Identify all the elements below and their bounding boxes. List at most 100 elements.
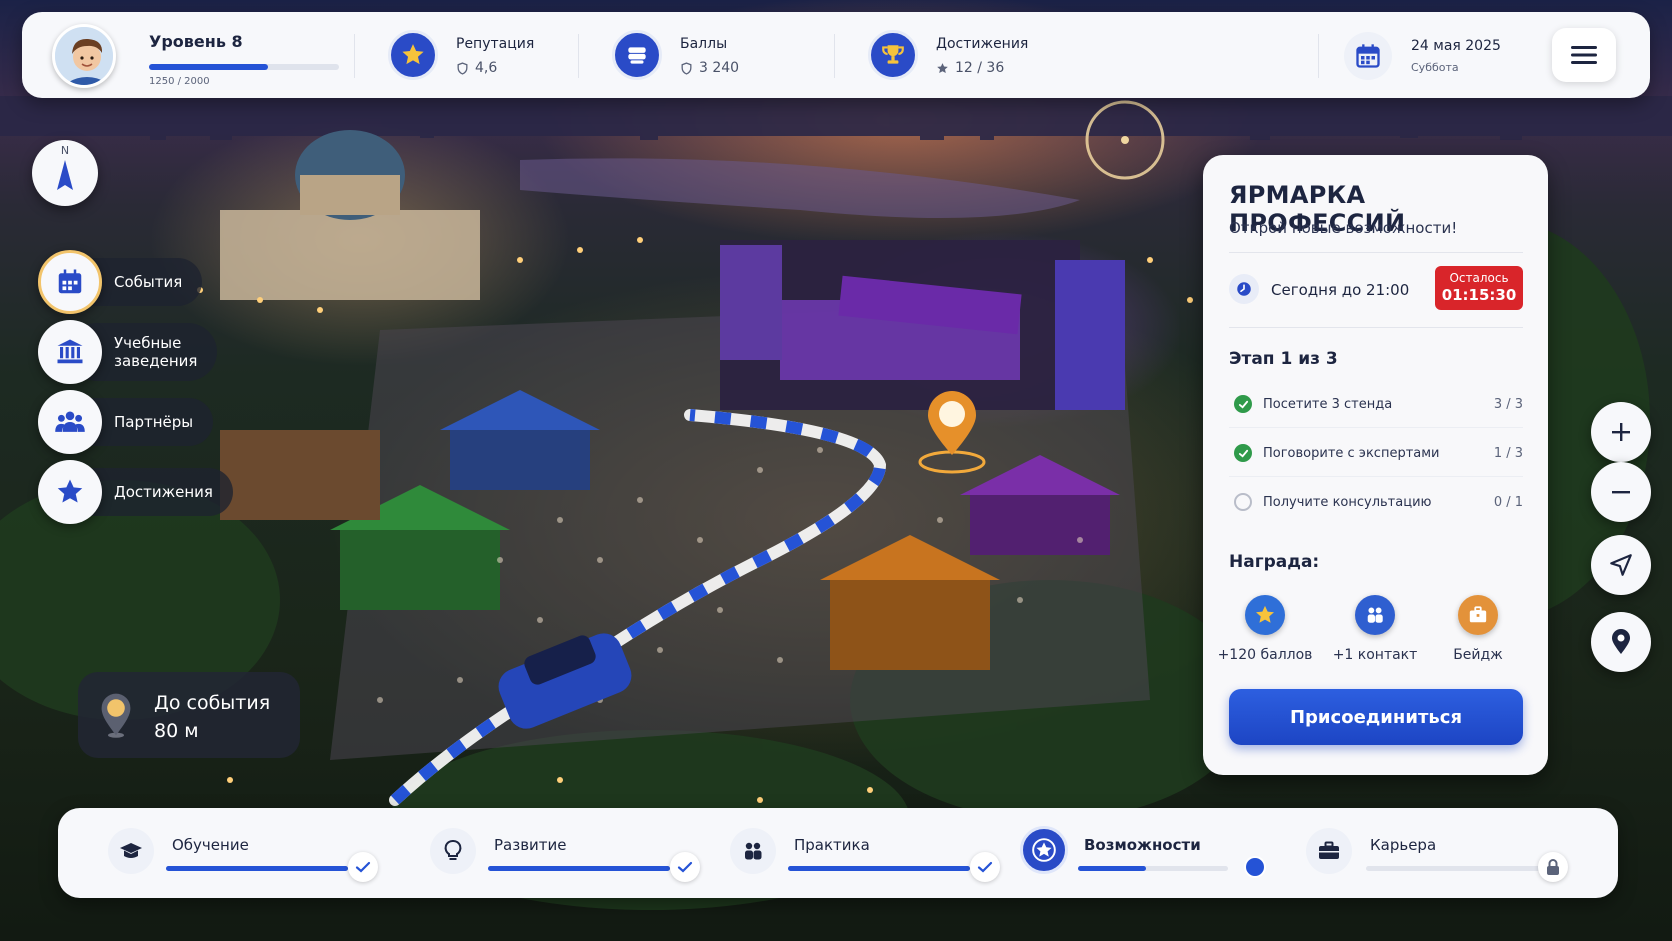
divider bbox=[1229, 252, 1523, 253]
people-icon bbox=[730, 828, 776, 874]
step-progress-fill bbox=[166, 866, 348, 871]
coins-icon bbox=[612, 30, 662, 80]
shield-small-icon bbox=[681, 61, 692, 75]
timer-value: 01:15:30 bbox=[1441, 286, 1517, 304]
zoom-in-button[interactable] bbox=[1591, 402, 1651, 462]
divider bbox=[1229, 427, 1523, 428]
people-icon bbox=[1355, 595, 1395, 635]
task-count: 1 / 3 bbox=[1493, 446, 1523, 461]
step-progress-bar bbox=[788, 866, 970, 871]
reward-title: Награда: bbox=[1229, 552, 1320, 572]
location-pin-icon bbox=[101, 693, 131, 738]
location-pin-icon bbox=[1612, 628, 1630, 654]
check-icon bbox=[348, 852, 378, 882]
stage-title: Этап 1 из 3 bbox=[1229, 349, 1338, 369]
step-label: Развитие bbox=[494, 836, 567, 854]
timer-label: Осталось bbox=[1449, 271, 1509, 285]
star-icon bbox=[1020, 826, 1068, 874]
calendar-icon bbox=[38, 250, 102, 314]
task-label: Посетите 3 стенда bbox=[1263, 397, 1393, 412]
star-icon bbox=[38, 460, 102, 524]
zoom-out-button[interactable] bbox=[1591, 462, 1651, 522]
step-label: Карьера bbox=[1370, 836, 1437, 854]
step-label: Практика bbox=[794, 836, 870, 854]
task-label: Получите консультацию bbox=[1263, 495, 1432, 510]
countdown-timer: Осталось 01:15:30 bbox=[1435, 266, 1523, 310]
event-time: Сегодня до 21:00 bbox=[1271, 281, 1410, 299]
current-weekday: Суббота bbox=[1411, 61, 1459, 74]
xp-progress-bar bbox=[149, 64, 339, 70]
step-progress-fill bbox=[488, 866, 670, 871]
navigate-button[interactable] bbox=[1591, 535, 1651, 595]
trophy-icon bbox=[868, 30, 918, 80]
step-progress-fill bbox=[788, 866, 970, 871]
check-icon bbox=[970, 852, 1000, 882]
graduation-cap-icon bbox=[108, 828, 154, 874]
compass-needle-icon bbox=[57, 160, 73, 190]
step-label: Обучение bbox=[172, 836, 249, 854]
shield-small-icon bbox=[457, 61, 468, 75]
top-status-bar: Уровень 8 1250 / 2000 Репутация 4,6 Балл… bbox=[22, 12, 1650, 98]
minus-icon bbox=[1612, 491, 1630, 494]
current-step-dot bbox=[1240, 852, 1270, 882]
divider bbox=[1229, 476, 1523, 477]
step-progress-bar bbox=[166, 866, 348, 871]
reward-badge: Бейдж bbox=[1428, 595, 1528, 663]
my-location-button[interactable] bbox=[1591, 612, 1651, 672]
step-label: Возможности bbox=[1084, 836, 1201, 854]
people-icon bbox=[38, 390, 102, 454]
xp-text: 1250 / 2000 bbox=[149, 76, 210, 87]
menu-button[interactable] bbox=[1552, 28, 1616, 82]
clock-icon bbox=[1229, 274, 1259, 304]
plus-icon bbox=[1612, 423, 1630, 441]
current-date: 24 мая 2025 bbox=[1411, 38, 1501, 54]
task-count: 0 / 1 bbox=[1493, 495, 1523, 510]
career-path-progress-bar: Обучение Развитие Практика Возможности К… bbox=[58, 808, 1618, 898]
compass-button[interactable]: N bbox=[32, 140, 98, 206]
navigate-icon bbox=[1610, 554, 1632, 576]
reward-label: Бейдж bbox=[1453, 647, 1503, 663]
step-progress-bar bbox=[1078, 866, 1228, 871]
task-count: 3 / 3 bbox=[1493, 397, 1523, 412]
reward-label: +1 контакт bbox=[1332, 647, 1418, 663]
university-icon bbox=[38, 320, 102, 384]
divider bbox=[834, 34, 835, 78]
distance-to-event-card: До события 80 м bbox=[78, 672, 300, 758]
event-details-panel: ЯРМАРКА ПРОФЕССИЙ Открой новые возможнос… bbox=[1203, 155, 1548, 775]
player-avatar[interactable] bbox=[52, 24, 116, 88]
star-small-icon bbox=[937, 62, 948, 73]
join-button[interactable]: Присоединиться bbox=[1229, 689, 1523, 745]
step-progress-bar bbox=[488, 866, 670, 871]
stat-value: 3 240 bbox=[680, 60, 739, 76]
calendar-icon[interactable] bbox=[1344, 32, 1392, 80]
stat-value: 4,6 bbox=[456, 60, 497, 76]
stat-label: Достижения bbox=[936, 36, 1029, 52]
empty-circle-icon bbox=[1234, 493, 1252, 511]
stat-label: Репутация bbox=[456, 36, 535, 52]
divider bbox=[354, 34, 355, 78]
reward-label: +120 баллов bbox=[1217, 647, 1313, 663]
hamburger-icon bbox=[1571, 46, 1597, 64]
task-label: Поговорите с экспертами bbox=[1263, 446, 1440, 461]
lock-icon bbox=[1538, 852, 1568, 882]
lightbulb-icon bbox=[430, 828, 476, 874]
reward-points: +120 баллов bbox=[1215, 595, 1315, 663]
star-icon bbox=[1245, 595, 1285, 635]
briefcase-icon bbox=[1306, 828, 1352, 874]
check-icon bbox=[670, 852, 700, 882]
star-icon bbox=[388, 30, 438, 80]
divider bbox=[1229, 327, 1523, 328]
distance-label: До события bbox=[154, 692, 271, 714]
task-item: Посетите 3 стенда 3 / 3 bbox=[1229, 385, 1523, 425]
stat-label: Баллы bbox=[680, 36, 728, 52]
step-progress-bar bbox=[1366, 866, 1548, 871]
reward-contact: +1 контакт bbox=[1325, 595, 1425, 663]
step-progress-fill bbox=[1078, 866, 1146, 871]
divider bbox=[578, 34, 579, 78]
event-subtitle: Открой новые возможности! bbox=[1229, 219, 1458, 237]
task-item: Поговорите с экспертами 1 / 3 bbox=[1229, 434, 1523, 474]
stat-value: 12 / 36 bbox=[936, 60, 1004, 76]
task-item: Получите консультацию 0 / 1 bbox=[1229, 483, 1523, 523]
briefcase-icon bbox=[1458, 595, 1498, 635]
xp-progress-fill bbox=[149, 64, 268, 70]
